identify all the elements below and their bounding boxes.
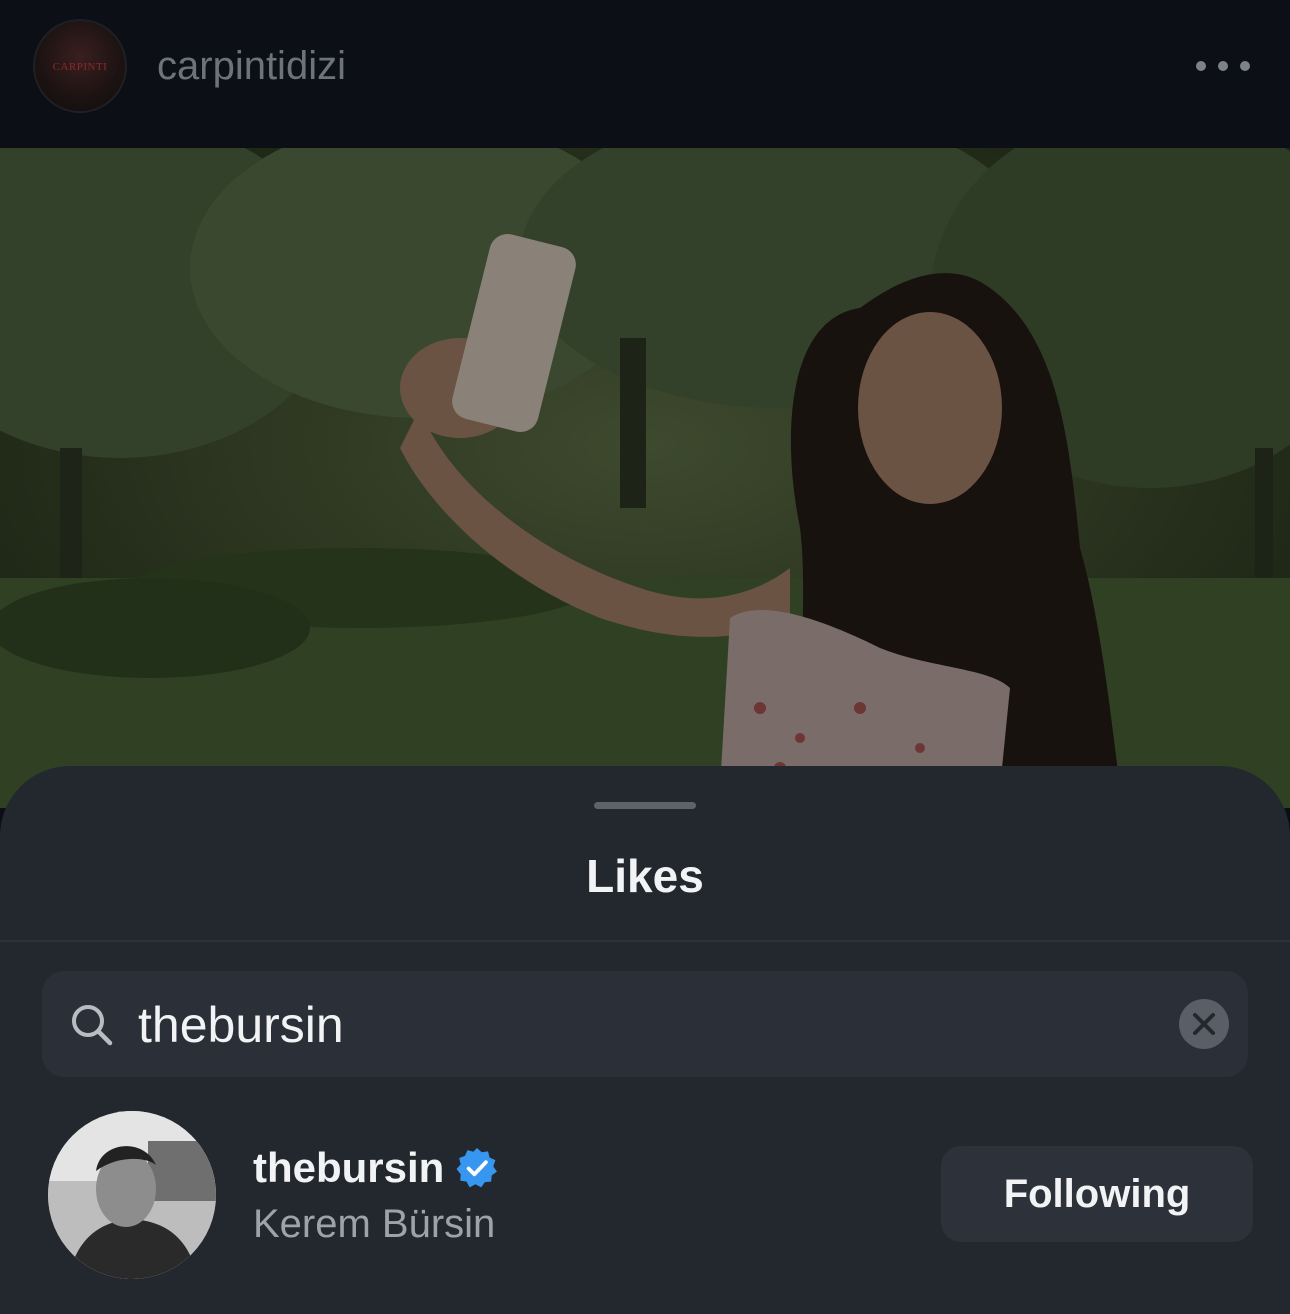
clear-search-button[interactable]: [1179, 999, 1229, 1049]
more-dot: [1240, 61, 1250, 71]
instagram-post-screen: CARPINTI carpintidizi Likes thebursin th…: [0, 0, 1290, 1314]
search-icon: [72, 1005, 113, 1046]
post-header: CARPINTI carpintidizi: [0, 0, 1290, 148]
result-name-row[interactable]: thebursin: [253, 1140, 498, 1196]
more-options-icon[interactable]: [1196, 52, 1250, 80]
result-username[interactable]: thebursin: [253, 1142, 444, 1194]
more-dot: [1218, 61, 1228, 71]
sheet-grabber-handle[interactable]: [594, 802, 696, 809]
result-avatar-photo: [48, 1111, 216, 1279]
verified-badge-icon: [456, 1148, 498, 1188]
sheet-divider: [0, 940, 1290, 942]
result-full-name: Kerem Bürsin: [253, 1202, 496, 1246]
more-dot: [1196, 61, 1206, 71]
post-photo-illustration: [0, 148, 1290, 808]
post-photo[interactable]: [0, 148, 1290, 808]
post-author-avatar[interactable]: CARPINTI: [33, 19, 127, 113]
result-avatar[interactable]: [48, 1111, 216, 1279]
following-button[interactable]: Following: [941, 1146, 1253, 1242]
avatar-logo-text: CARPINTI: [52, 61, 108, 73]
clear-x-icon: [1193, 1013, 1215, 1035]
post-author-username[interactable]: carpintidizi: [157, 40, 346, 92]
likes-search-input[interactable]: thebursin: [42, 971, 1248, 1077]
search-query-text[interactable]: thebursin: [138, 995, 344, 1055]
likes-sheet: Likes thebursin thebursin Kerem Bürsin F…: [0, 766, 1290, 1314]
sheet-title: Likes: [586, 850, 704, 902]
